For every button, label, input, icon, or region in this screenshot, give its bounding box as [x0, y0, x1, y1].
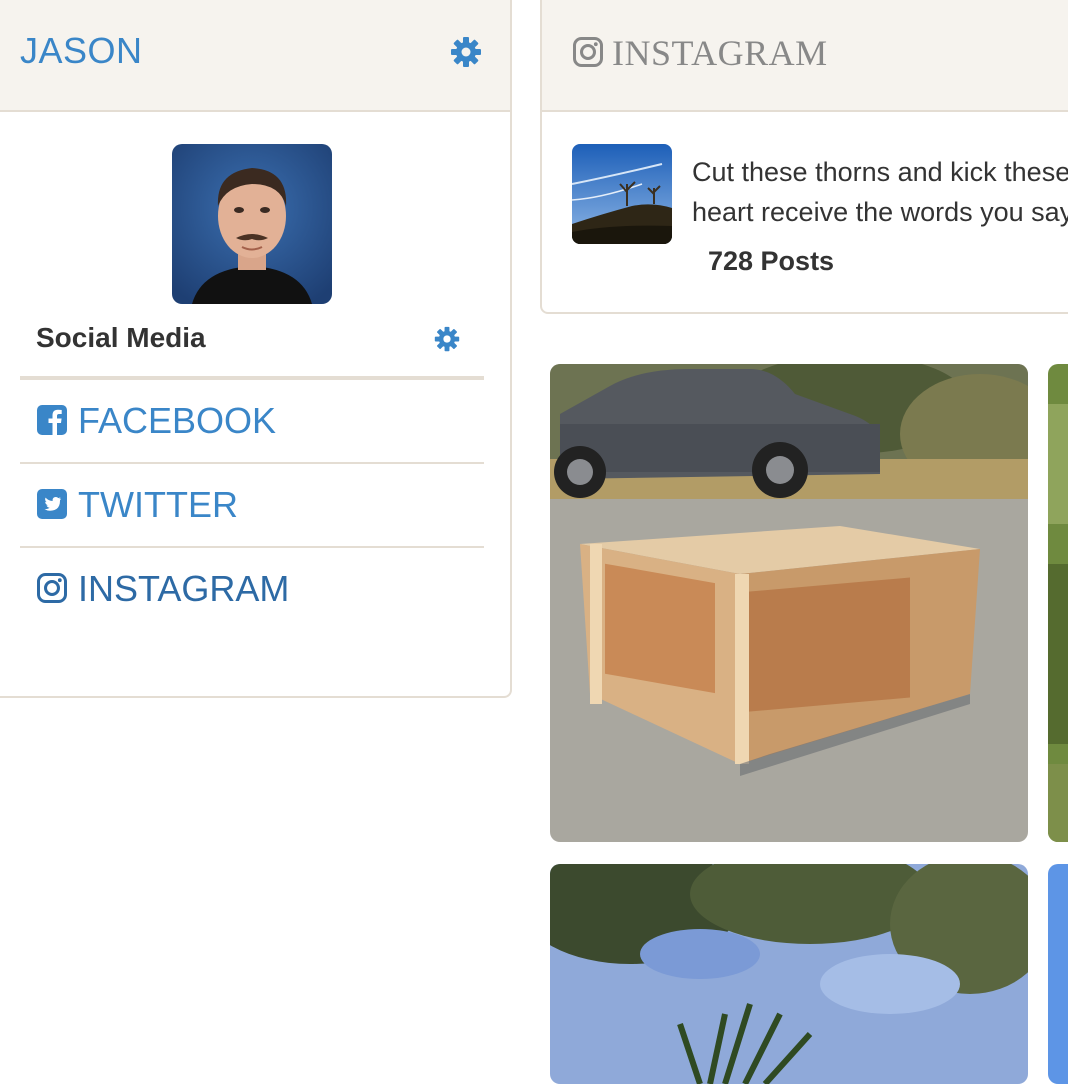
- gear-icon[interactable]: [434, 326, 460, 352]
- avatar: [172, 144, 332, 304]
- instagram-icon: [37, 573, 67, 603]
- bio-line: heart receive the words you say: [692, 197, 1068, 227]
- gear-icon[interactable]: [450, 36, 482, 68]
- section-label: Social Media: [36, 322, 206, 353]
- instagram-post-image[interactable]: [1048, 864, 1068, 1084]
- profile-name[interactable]: JASON: [20, 30, 143, 72]
- instagram-icon: [573, 37, 603, 67]
- instagram-header: INSTAGRAM: [542, 0, 1068, 112]
- profile-panel: JASON Social Media FACEBOOK TWITTER INST…: [0, 0, 512, 698]
- instagram-panel: INSTAGRAM Cut these thorns and kick thes…: [540, 0, 1068, 314]
- sidebar-item-twitter[interactable]: TWITTER: [20, 464, 484, 548]
- post-count: 728 Posts: [708, 246, 835, 276]
- page-title: INSTAGRAM: [612, 33, 828, 73]
- twitter-square-icon: [37, 489, 67, 519]
- social-media-section: Social Media: [20, 318, 484, 380]
- sidebar-item-label: INSTAGRAM: [78, 568, 290, 609]
- instagram-post-image[interactable]: [550, 864, 1028, 1084]
- facebook-square-icon: [37, 405, 67, 435]
- sidebar-item-label: TWITTER: [78, 484, 238, 525]
- instagram-post-image[interactable]: [550, 364, 1028, 842]
- instagram-bio: Cut these thorns and kick these heart re…: [692, 152, 1068, 232]
- instagram-post-image[interactable]: [1048, 364, 1068, 842]
- instagram-profile-image[interactable]: [572, 144, 672, 244]
- sidebar-item-instagram[interactable]: INSTAGRAM: [20, 548, 484, 632]
- profile-header: JASON: [0, 0, 510, 112]
- bio-line: Cut these thorns and kick these: [692, 157, 1068, 187]
- sidebar-item-label: FACEBOOK: [78, 400, 277, 441]
- sidebar-item-facebook[interactable]: FACEBOOK: [20, 380, 484, 464]
